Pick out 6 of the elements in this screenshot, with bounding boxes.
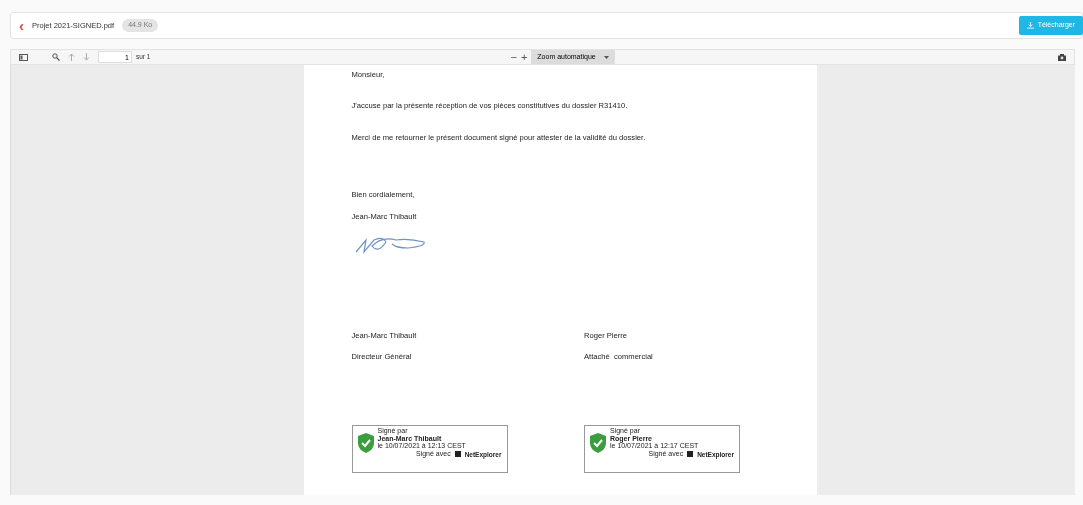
- brand-logo-icon: [454, 451, 461, 458]
- back-icon[interactable]: ‹: [19, 18, 24, 33]
- brand-logo-icon: [687, 451, 694, 458]
- shield-check-icon: [590, 432, 606, 453]
- shield-check-icon: [357, 432, 374, 453]
- download-icon: [1026, 22, 1034, 29]
